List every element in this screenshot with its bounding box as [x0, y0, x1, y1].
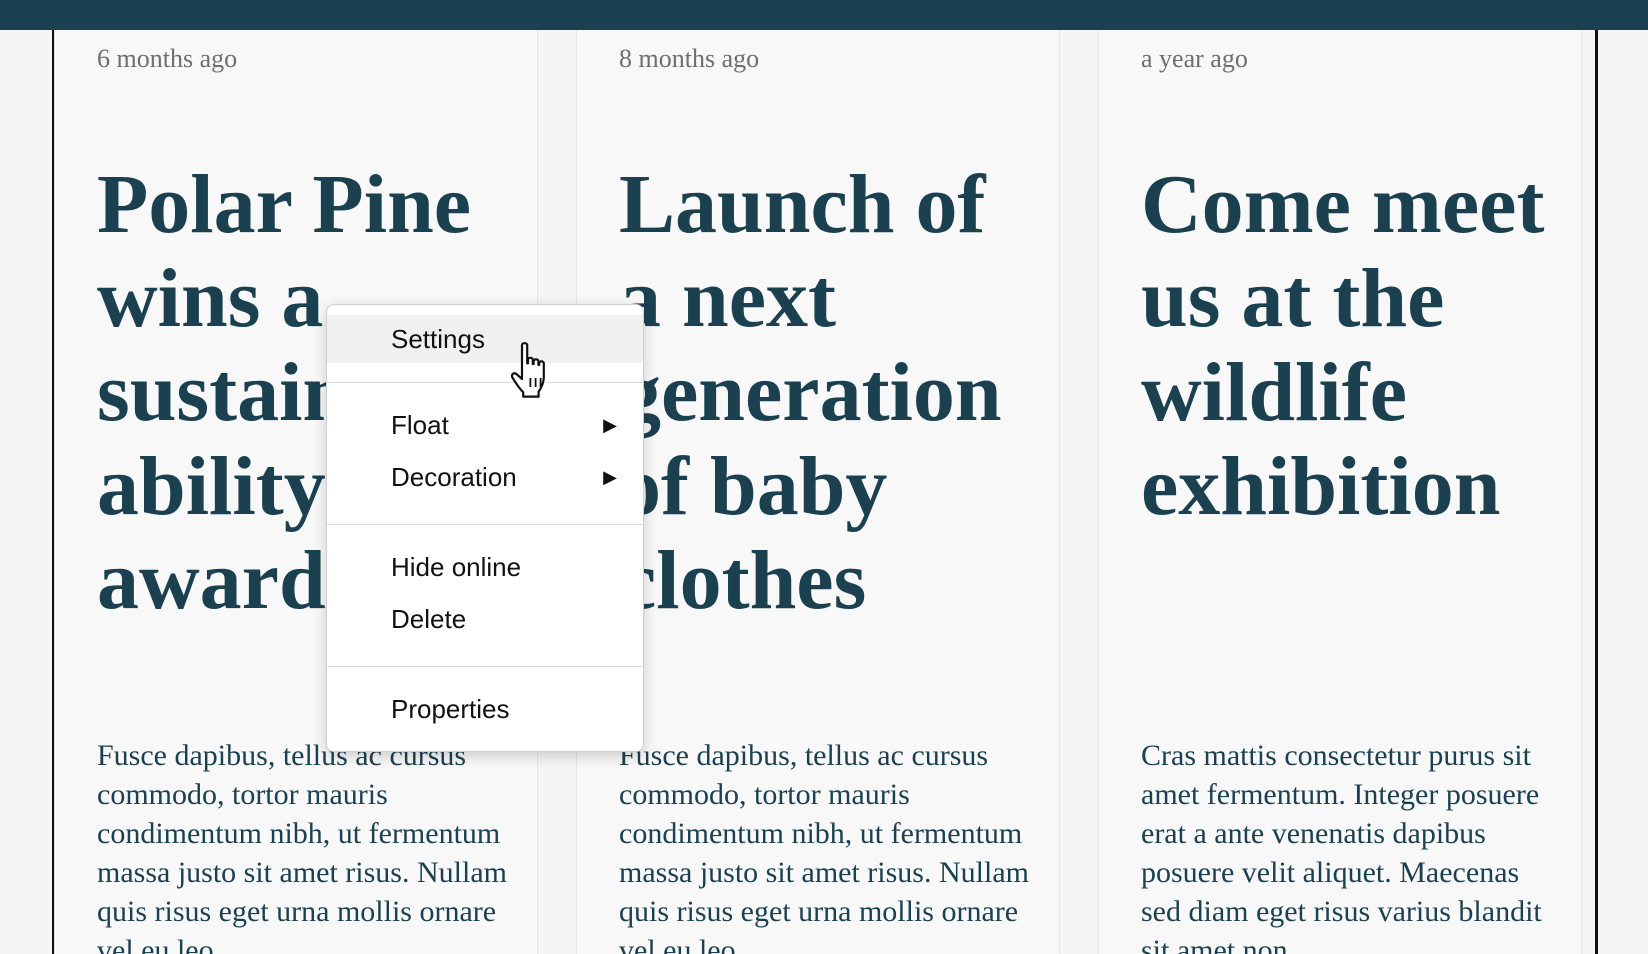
card-date: a year ago: [1141, 44, 1248, 73]
card-title[interactable]: Launch of a next generation of baby clot…: [619, 158, 1039, 628]
menu-item-float[interactable]: Float ▶: [327, 401, 643, 449]
submenu-arrow-icon: ▶: [603, 415, 617, 435]
menu-item-delete[interactable]: Delete: [327, 595, 643, 643]
submenu-arrow-icon: ▶: [603, 467, 617, 487]
menu-item-label: Delete: [391, 604, 467, 634]
menu-item-label: Float: [391, 410, 449, 440]
menu-separator: [327, 382, 643, 383]
menu-item-hide-online[interactable]: Hide online: [327, 543, 643, 591]
card-body: Fusce dapibus, tellus ac cursus commodo,…: [619, 739, 1029, 954]
top-bar: [0, 0, 1648, 30]
menu-item-settings[interactable]: Settings: [327, 315, 643, 363]
menu-item-label: Settings: [391, 324, 485, 354]
card-date: 6 months ago: [97, 44, 238, 73]
card-body: Fusce dapibus, tellus ac cursus commodo,…: [97, 739, 507, 954]
hand-pointer-icon: [510, 342, 545, 398]
menu-item-label: Decoration: [391, 462, 517, 492]
news-card[interactable]: 8 months ago Launch of a next generation…: [576, 30, 1060, 954]
menu-item-properties[interactable]: Properties: [327, 685, 643, 733]
card-body: Cras mattis consectetur purus sit amet f…: [1141, 739, 1542, 954]
menu-separator: [327, 524, 643, 525]
card-title[interactable]: Come meet us at the wildlife exhibition: [1141, 158, 1561, 534]
menu-item-label: Hide online: [391, 552, 522, 582]
menu-separator: [327, 666, 643, 667]
menu-item-decoration[interactable]: Decoration ▶: [327, 453, 643, 501]
context-menu: Settings Float ▶ Decoration ▶ Hide onlin…: [326, 304, 644, 752]
news-card[interactable]: a year ago Come meet us at the wildlife …: [1098, 30, 1582, 954]
menu-item-label: Properties: [391, 694, 510, 724]
card-date: 8 months ago: [619, 44, 760, 73]
